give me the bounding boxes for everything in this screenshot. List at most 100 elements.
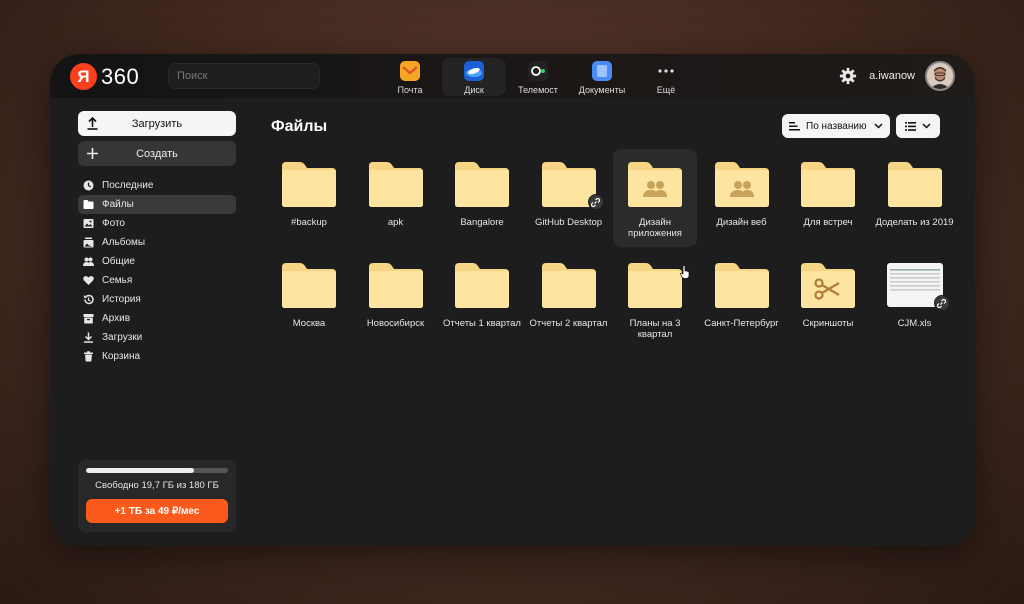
photo-icon: [83, 219, 94, 228]
sidebar-item-trash[interactable]: Корзина: [78, 347, 236, 366]
sidebar-item-label: История: [102, 294, 141, 305]
search-input[interactable]: [177, 70, 319, 82]
item-name: GitHub Desktop: [534, 217, 603, 228]
thumbnail: [540, 160, 604, 210]
apps-bar: Почта Диск Телемост Документы Ещё: [378, 58, 698, 96]
folder-item[interactable]: Отчеты 1 квартал: [440, 250, 524, 348]
item-name: Дизайн веб: [716, 217, 767, 228]
item-name: Для встреч: [803, 217, 853, 228]
folder-icon: [714, 263, 769, 308]
sidebar-item-shared[interactable]: Общие: [78, 252, 236, 271]
history-icon: [84, 294, 94, 305]
buy-storage-button[interactable]: +1 ТБ за 49 ₽/мес: [86, 499, 228, 523]
app-disk[interactable]: Диск: [442, 58, 506, 96]
more-icon: [658, 69, 674, 73]
download-icon: [84, 332, 93, 343]
sidebar-item-clock[interactable]: Последние: [78, 176, 236, 195]
sidebar-item-heart[interactable]: Семья: [78, 271, 236, 290]
app-label: Телемост: [518, 85, 558, 95]
item-name: Москва: [292, 318, 326, 329]
item-name: Скриншоты: [802, 318, 854, 329]
hand-cursor-icon: [680, 265, 690, 279]
sidebar-item-label: Семья: [102, 275, 133, 286]
folder-item[interactable]: #backup: [267, 149, 351, 247]
folder-item[interactable]: Москва: [267, 250, 351, 348]
folder-icon: [282, 162, 336, 207]
folder-icon: [887, 162, 942, 207]
thumbnail: [799, 160, 857, 208]
storage-progress-fill: [86, 468, 194, 473]
item-name: Планы на 3 квартал: [629, 318, 681, 340]
link-icon: [933, 295, 950, 311]
thumbnail: [367, 261, 425, 309]
folder-item[interactable]: Отчеты 2 квартал: [527, 250, 611, 348]
thumbnail: [799, 261, 857, 309]
thumbnail: [886, 261, 950, 311]
item-name: Отчеты 2 квартал: [529, 318, 608, 329]
trash-icon: [84, 351, 93, 362]
gear-icon[interactable]: [839, 67, 857, 85]
chevron-down-icon: [922, 123, 931, 129]
folder-item[interactable]: Санкт-Петербург: [700, 250, 784, 348]
upload-button[interactable]: Загрузить: [78, 111, 236, 136]
sidebar-item-download[interactable]: Загрузки: [78, 328, 236, 347]
thumbnail: [453, 261, 511, 309]
thumbnail: [713, 261, 771, 309]
sidebar-item-label: Фото: [102, 218, 125, 229]
documents-icon: [592, 61, 612, 81]
folder-item[interactable]: GitHub Desktop: [527, 149, 611, 247]
folder-item[interactable]: Дизайн приложения: [613, 149, 697, 247]
app-label: Документы: [578, 85, 626, 95]
item-name: Отчеты 1 квартал: [443, 318, 521, 329]
folder-item[interactable]: Новосибирск: [354, 250, 438, 348]
folder-item[interactable]: Для встреч: [786, 149, 870, 247]
thumbnail: [886, 160, 944, 208]
link-icon: [587, 194, 604, 210]
sidebar-item-albums[interactable]: Альбомы: [78, 233, 236, 252]
app-more[interactable]: Ещё: [634, 58, 698, 96]
folder-item[interactable]: Доделать из 2019: [873, 149, 957, 247]
view-mode-dropdown[interactable]: [896, 114, 940, 138]
sidebar-item-label: Корзина: [102, 351, 141, 362]
storage-panel: Свободно 19,7 ГБ из 180 ГБ +1 ТБ за 49 ₽…: [78, 460, 236, 532]
sidebar-item-archive[interactable]: Архив: [78, 309, 236, 328]
app-label: Диск: [464, 85, 484, 95]
folder-item[interactable]: Bangalore: [440, 149, 524, 247]
item-name: #backup: [291, 217, 327, 228]
avatar[interactable]: [925, 61, 955, 91]
folder-icon: [83, 200, 94, 209]
item-name: CJM.xls: [897, 318, 932, 329]
app-mail[interactable]: Почта: [378, 58, 442, 96]
sidebar-item-label: Последние: [102, 180, 154, 191]
sort-dropdown[interactable]: По названию: [782, 114, 890, 138]
folder-icon: [628, 263, 682, 308]
yandex-360-logo[interactable]: Я 360: [70, 63, 139, 90]
folder-item[interactable]: apk: [354, 149, 438, 247]
sort-label: По названию: [806, 120, 867, 132]
sidebar-item-history[interactable]: История: [78, 290, 236, 309]
albums-icon: [83, 237, 94, 248]
sidebar: Загрузить Создать Последние Файлы Фото Альб…: [50, 98, 250, 546]
app-telemost[interactable]: Телемост: [506, 58, 570, 96]
archive-icon: [83, 314, 94, 324]
app-label: Ещё: [656, 85, 676, 95]
create-button[interactable]: Создать: [78, 141, 236, 166]
storage-progress: [86, 468, 228, 473]
app-documents[interactable]: Документы: [570, 58, 634, 96]
item-name: Доделать из 2019: [875, 217, 954, 228]
file-item[interactable]: CJM.xls: [873, 250, 957, 348]
thumbnail: [280, 261, 338, 309]
username[interactable]: a.iwanow: [869, 70, 915, 82]
telemost-icon: [528, 61, 548, 81]
sidebar-item-photo[interactable]: Фото: [78, 214, 236, 233]
app-label: Почта: [397, 85, 423, 95]
folder-icon: [455, 263, 509, 308]
plus-icon: [87, 148, 98, 159]
folder-item[interactable]: Скриншоты: [786, 250, 870, 348]
folder-icon: [282, 263, 336, 308]
sidebar-item-folder[interactable]: Файлы: [78, 195, 236, 214]
folder-item[interactable]: Дизайн веб: [700, 149, 784, 247]
upload-icon: [87, 117, 98, 130]
user-area: a.iwanow: [839, 61, 955, 91]
sidebar-item-label: Архив: [102, 313, 131, 324]
